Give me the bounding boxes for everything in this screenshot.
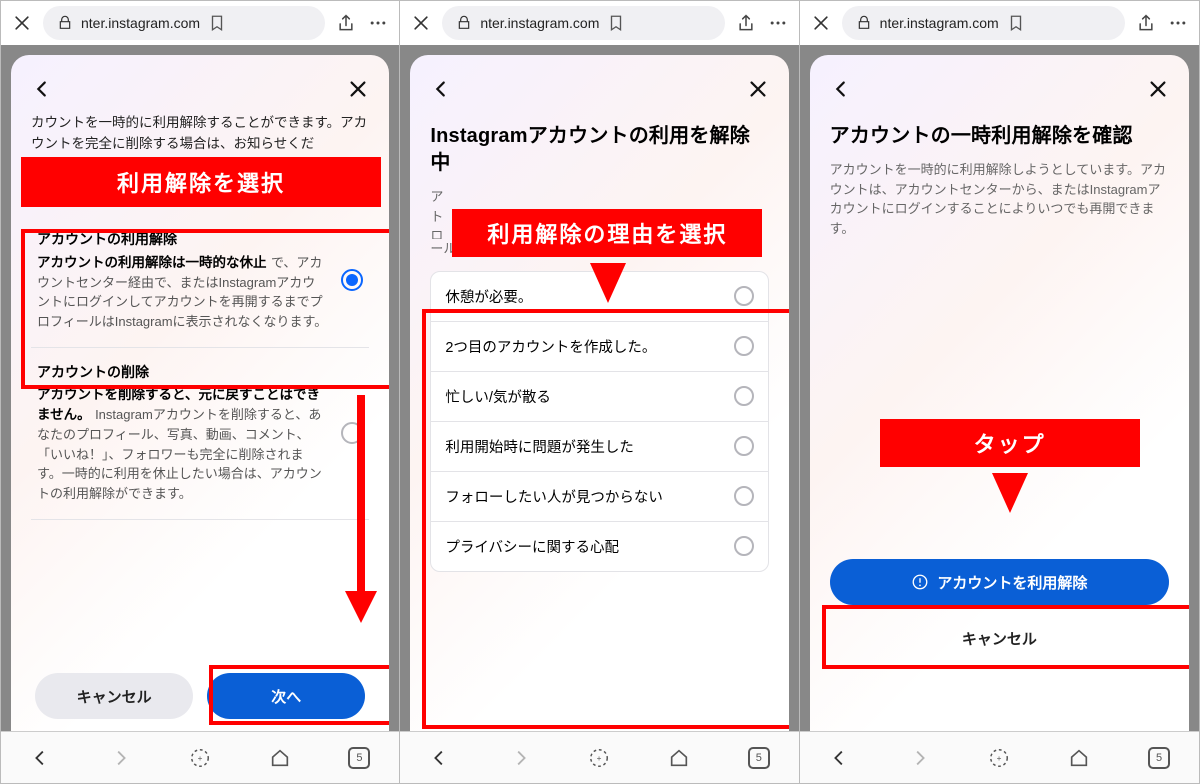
radio-unselected[interactable] — [734, 536, 754, 556]
reason-item[interactable]: 忙しい/気が散る — [431, 372, 767, 422]
nav-back-icon[interactable] — [829, 747, 851, 769]
nav-tabs-button[interactable]: 5 — [348, 747, 370, 769]
annotation-arrow-down — [341, 395, 381, 625]
panel-step1: nter.instagram.com カウントを一時的に利用解除することができま… — [1, 1, 400, 783]
close-icon[interactable] — [1147, 78, 1169, 105]
browser-chrome: nter.instagram.com — [1, 1, 399, 45]
close-tab-icon[interactable] — [810, 12, 832, 34]
back-icon[interactable] — [830, 78, 852, 105]
url-text: nter.instagram.com — [480, 15, 599, 31]
option-delete[interactable]: アカウントの削除 アカウントを削除すると、元に戻すことはできません。 Insta… — [31, 348, 369, 520]
menu-dots-icon[interactable] — [1167, 12, 1189, 34]
reason-item[interactable]: 2つ目のアカウントを作成した。 — [431, 322, 767, 372]
cancel-button[interactable]: キャンセル — [35, 673, 193, 719]
browser-chrome: nter.instagram.com — [400, 1, 798, 45]
modal-title: アカウントの一時利用解除を確認 — [830, 123, 1169, 150]
nav-forward-icon[interactable] — [109, 747, 131, 769]
annotation-callout: 利用解除を選択 — [21, 157, 381, 207]
nav-forward-icon[interactable] — [908, 747, 930, 769]
lock-icon — [456, 15, 472, 31]
share-icon[interactable] — [735, 12, 757, 34]
cancel-button[interactable]: キャンセル — [830, 615, 1169, 661]
panel-step3: nter.instagram.com アカウントの一時利用解除を確認 アカウント… — [800, 1, 1199, 783]
next-button[interactable]: 次へ — [207, 673, 365, 719]
radio-unselected[interactable] — [734, 286, 754, 306]
radio-unselected[interactable] — [734, 336, 754, 356]
bookmark-icon[interactable] — [208, 14, 226, 32]
reason-item[interactable]: プライバシーに関する心配 — [431, 522, 767, 571]
reason-list: 休憩が必要。 2つ目のアカウントを作成した。 忙しい/気が散る 利用開始時に問題… — [430, 271, 768, 572]
nav-sparkle-icon[interactable]: + — [189, 747, 211, 769]
radio-selected[interactable] — [341, 269, 363, 291]
close-icon[interactable] — [747, 78, 769, 105]
nav-sparkle-icon[interactable]: + — [588, 747, 610, 769]
annotation-arrow-down — [990, 467, 1030, 513]
annotation-arrow-down — [588, 257, 628, 303]
deactivate-account-button[interactable]: アカウントを利用解除 — [830, 559, 1169, 605]
browser-navbar: + 5 — [800, 731, 1199, 783]
browser-navbar: + 5 — [400, 731, 798, 783]
option-title: アカウントの削除 — [37, 362, 327, 382]
close-tab-icon[interactable] — [410, 12, 432, 34]
back-icon[interactable] — [430, 78, 452, 105]
nav-home-icon[interactable] — [1068, 747, 1090, 769]
nav-sparkle-icon[interactable]: + — [988, 747, 1010, 769]
menu-dots-icon[interactable] — [767, 12, 789, 34]
confirm-text: アカウントを一時的に利用解除しようとしています。アカウントは、アカウントセンター… — [830, 160, 1169, 238]
address-bar[interactable]: nter.instagram.com — [43, 6, 325, 40]
svg-text:+: + — [198, 753, 203, 762]
annotation-callout: タップ — [880, 419, 1140, 467]
deactivate-reason-modal: Instagramアカウントの利用を解除中 アトロ ールはInstagramに表… — [410, 55, 788, 731]
radio-unselected[interactable] — [734, 436, 754, 456]
svg-text:+: + — [997, 753, 1002, 762]
nav-tabs-button[interactable]: 5 — [1148, 747, 1170, 769]
annotation-callout: 利用解除の理由を選択 — [452, 209, 762, 257]
option-title: アカウントの利用解除 — [37, 229, 327, 249]
intro-text: カウントを一時的に利用解除することができます。アカウントを完全に削除する場合は、… — [31, 113, 369, 155]
radio-unselected[interactable] — [734, 386, 754, 406]
nav-home-icon[interactable] — [269, 747, 291, 769]
option-deactivate[interactable]: アカウントの利用解除 アカウントの利用解除は一時的な休止 で、アカウントセンター… — [31, 215, 369, 348]
deactivate-modal: カウントを一時的に利用解除することができます。アカウントを完全に削除する場合は、… — [11, 55, 389, 731]
url-text: nter.instagram.com — [880, 15, 999, 31]
back-icon[interactable] — [31, 78, 53, 105]
alert-circle-icon — [911, 573, 929, 591]
reason-item[interactable]: フォローしたい人が見つからない — [431, 472, 767, 522]
radio-unselected[interactable] — [734, 486, 754, 506]
nav-back-icon[interactable] — [30, 747, 52, 769]
nav-tabs-button[interactable]: 5 — [748, 747, 770, 769]
close-icon[interactable] — [347, 78, 369, 105]
bookmark-icon[interactable] — [607, 14, 625, 32]
modal-title: Instagramアカウントの利用を解除中 — [430, 123, 768, 177]
option-bold: アカウントの利用解除は一時的な休止 — [37, 255, 267, 270]
bookmark-icon[interactable] — [1007, 14, 1025, 32]
url-text: nter.instagram.com — [81, 15, 200, 31]
lock-icon — [57, 15, 73, 31]
address-bar[interactable]: nter.instagram.com — [442, 6, 724, 40]
close-tab-icon[interactable] — [11, 12, 33, 34]
browser-chrome: nter.instagram.com — [800, 1, 1199, 45]
panel-step2: nter.instagram.com Instagramアカウントの利用を解除中… — [400, 1, 799, 783]
nav-back-icon[interactable] — [429, 747, 451, 769]
nav-forward-icon[interactable] — [509, 747, 531, 769]
browser-navbar: + 5 — [1, 731, 399, 783]
reason-item[interactable]: 利用開始時に問題が発生した — [431, 422, 767, 472]
share-icon[interactable] — [1135, 12, 1157, 34]
address-bar[interactable]: nter.instagram.com — [842, 6, 1125, 40]
svg-text:+: + — [597, 753, 602, 762]
nav-home-icon[interactable] — [668, 747, 690, 769]
menu-dots-icon[interactable] — [367, 12, 389, 34]
share-icon[interactable] — [335, 12, 357, 34]
lock-icon — [856, 15, 872, 31]
confirm-deactivate-modal: アカウントの一時利用解除を確認 アカウントを一時的に利用解除しようとしています。… — [810, 55, 1189, 731]
